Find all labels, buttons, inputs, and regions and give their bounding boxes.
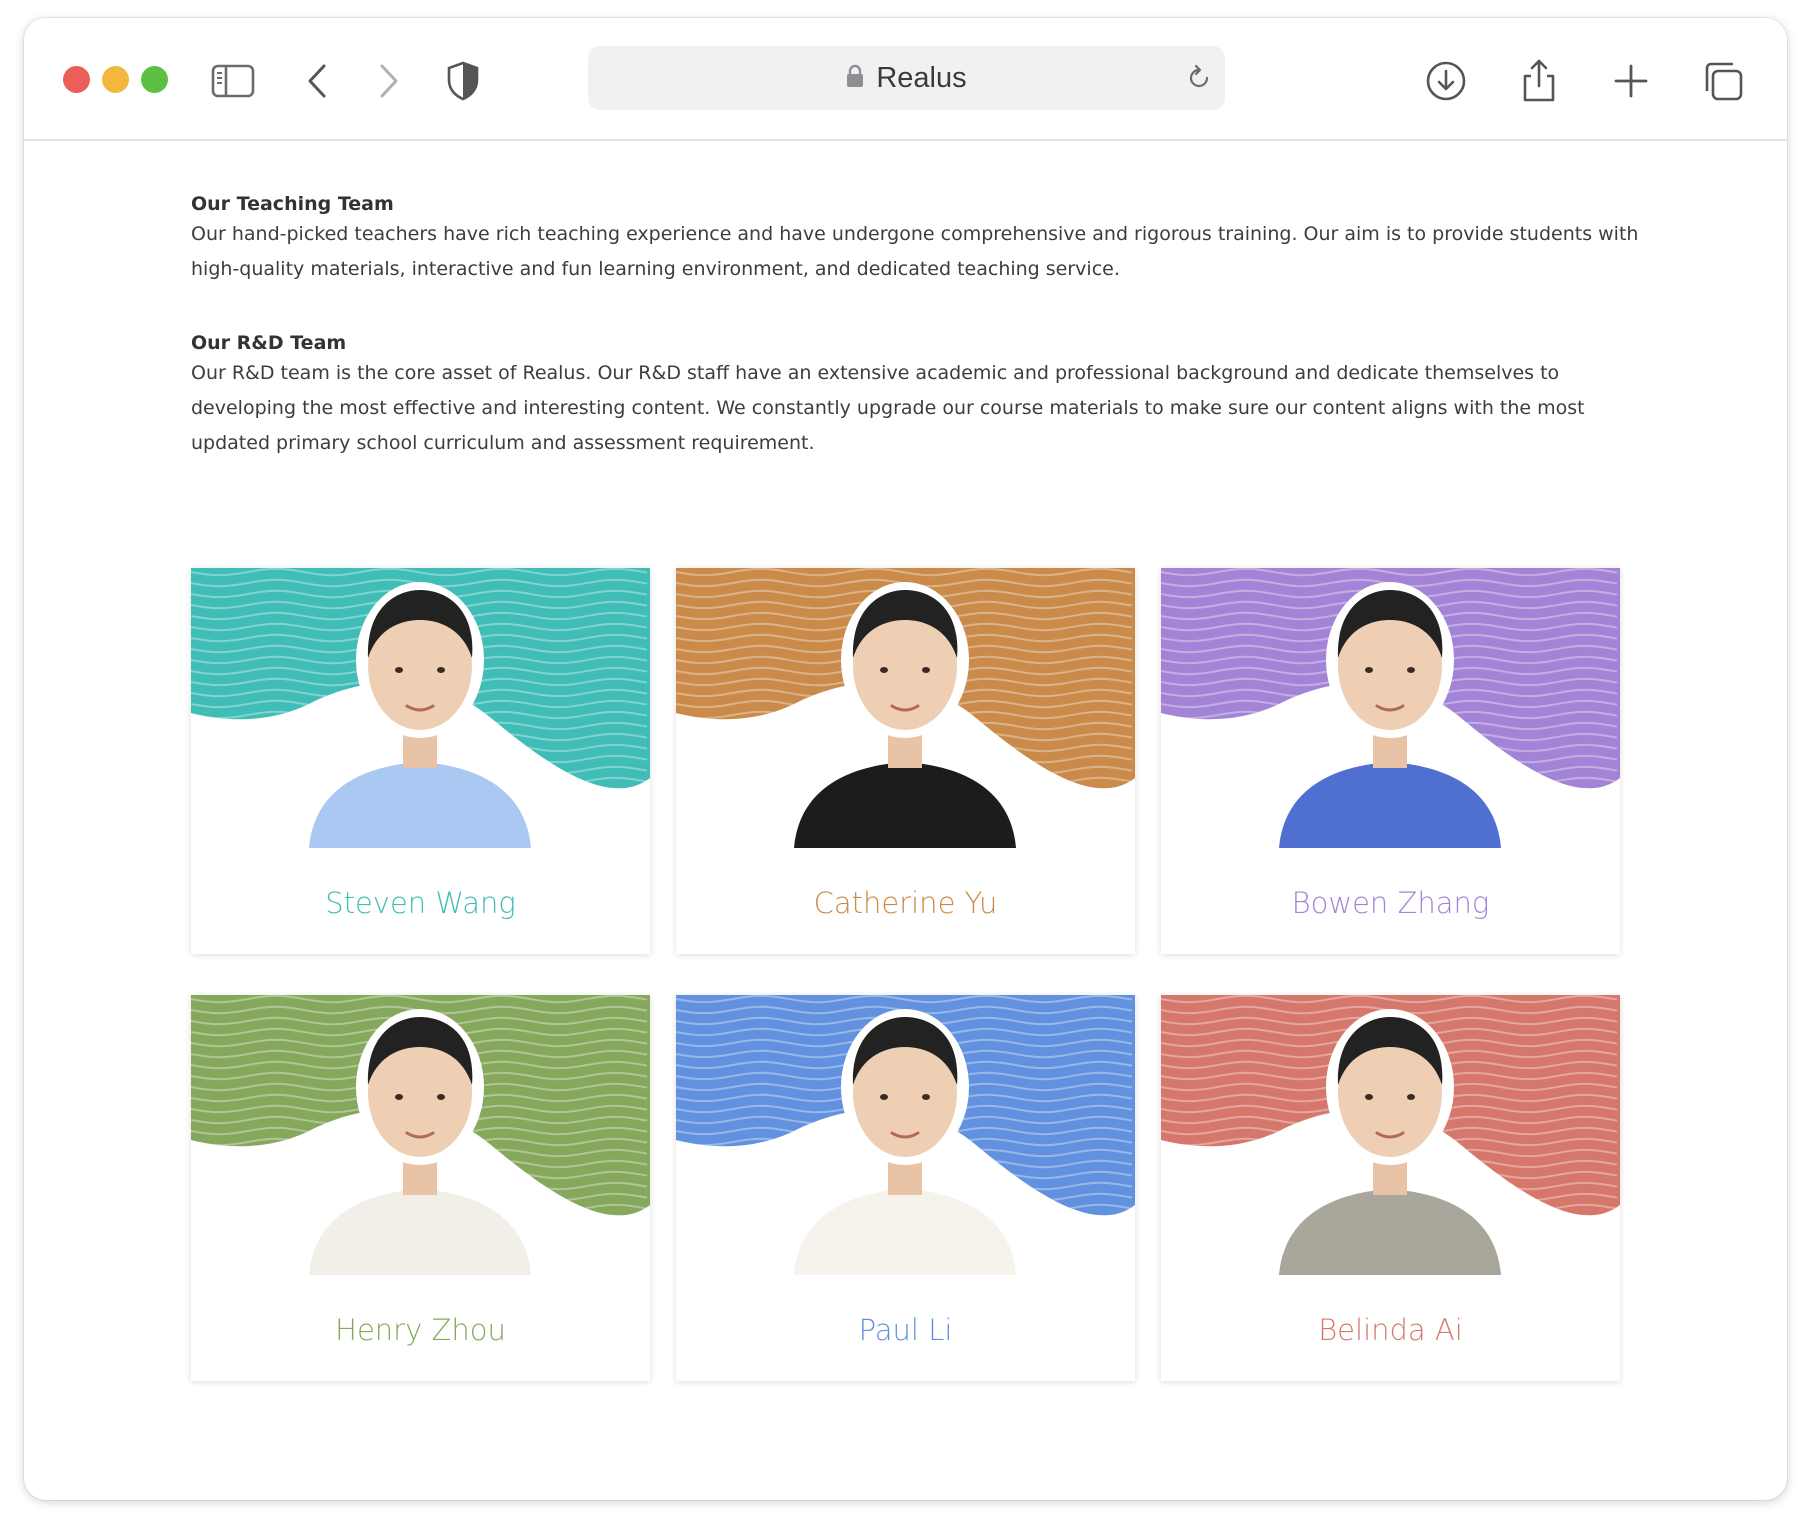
teaching-team-heading: Our Teaching Team bbox=[191, 193, 394, 215]
minimize-window-button[interactable] bbox=[102, 66, 129, 93]
downloads-icon[interactable] bbox=[1423, 58, 1469, 104]
team-member-name: Catherine Yu bbox=[813, 886, 998, 920]
team-member-name: Paul Li bbox=[858, 1313, 953, 1347]
zoom-window-button[interactable] bbox=[141, 66, 168, 93]
tab-overview-icon[interactable] bbox=[1700, 58, 1746, 104]
address-text: Realus bbox=[876, 61, 967, 94]
forward-icon[interactable] bbox=[366, 58, 412, 104]
teaching-team-text: Our hand-picked teachers have rich teach… bbox=[191, 223, 1639, 280]
browser-toolbar: Realus bbox=[24, 18, 1787, 141]
team-member-name: Bowen Zhang bbox=[1291, 886, 1490, 920]
close-window-button[interactable] bbox=[63, 66, 90, 93]
team-card[interactable]: Bowen Zhang bbox=[1161, 568, 1620, 954]
team-card[interactable]: Catherine Yu bbox=[676, 568, 1135, 954]
team-card[interactable]: Steven Wang bbox=[191, 568, 650, 954]
team-card[interactable]: Belinda Ai bbox=[1161, 995, 1620, 1381]
team-card-photo bbox=[191, 568, 650, 848]
browser-window: Realus Our Teaching Team Our hand-picked… bbox=[24, 18, 1787, 1500]
team-card-photo bbox=[191, 995, 650, 1275]
reload-icon[interactable] bbox=[1185, 64, 1213, 96]
new-tab-icon[interactable] bbox=[1608, 58, 1654, 104]
team-card-photo bbox=[1161, 568, 1620, 848]
team-card-photo bbox=[676, 568, 1135, 848]
team-card-photo bbox=[1161, 995, 1620, 1275]
rd-team-heading: Our R&D Team bbox=[191, 332, 347, 354]
privacy-shield-icon[interactable] bbox=[440, 58, 486, 104]
back-icon[interactable] bbox=[294, 58, 340, 104]
rd-team-text: Our R&D team is the core asset of Realus… bbox=[191, 362, 1585, 454]
team-member-name: Henry Zhou bbox=[335, 1313, 506, 1347]
address-bar[interactable]: Realus bbox=[588, 46, 1225, 110]
team-member-name: Belinda Ai bbox=[1318, 1313, 1463, 1347]
team-card-photo bbox=[676, 995, 1135, 1275]
sidebar-toggle-icon[interactable] bbox=[210, 58, 256, 104]
share-icon[interactable] bbox=[1516, 58, 1562, 104]
team-member-name: Steven Wang bbox=[325, 886, 516, 920]
team-card[interactable]: Henry Zhou bbox=[191, 995, 650, 1381]
team-card[interactable]: Paul Li bbox=[676, 995, 1135, 1381]
lock-icon bbox=[846, 64, 864, 92]
